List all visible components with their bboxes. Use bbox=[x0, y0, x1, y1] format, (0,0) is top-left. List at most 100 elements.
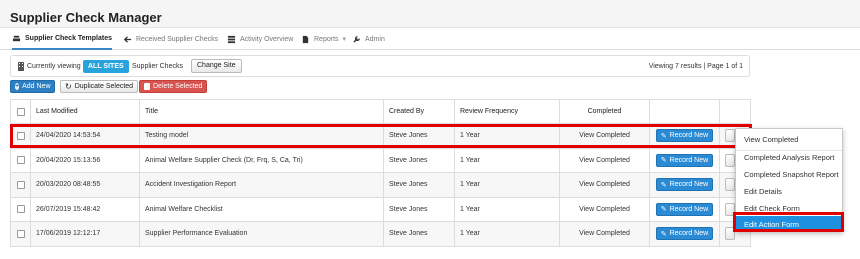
document-icon bbox=[302, 35, 309, 43]
duplicate-selected-button[interactable]: ↻ Duplicate Selected bbox=[60, 80, 139, 93]
frequency-cell: 1 Year bbox=[454, 172, 560, 198]
delete-selected-button[interactable]: Delete Selected bbox=[139, 80, 208, 93]
created-by-cell: Steve Jones bbox=[383, 221, 455, 247]
menu-item-completed-analysis-report[interactable]: Completed Analysis Report bbox=[736, 149, 842, 166]
tab-label: Supplier Check Templates bbox=[25, 34, 113, 42]
site-filter-bar: Currently viewing ALL SITES Supplier Che… bbox=[10, 55, 750, 77]
view-completed-link[interactable]: View Completed bbox=[559, 196, 650, 222]
last-modified-cell: 20/03/2020 08:48:55 bbox=[30, 172, 140, 198]
title-cell: Accident Investigation Report bbox=[139, 172, 384, 198]
frequency-cell: 1 Year bbox=[454, 147, 560, 173]
select-all-checkbox[interactable] bbox=[16, 107, 25, 116]
last-modified-cell: 20/04/2020 15:13:56 bbox=[30, 147, 140, 173]
table-header-row: Last Modified Title Created By Review Fr… bbox=[10, 99, 751, 124]
chevron-down-icon: ▾ bbox=[342, 36, 347, 43]
tab-label: Admin bbox=[365, 35, 385, 43]
record-new-label: Record New bbox=[669, 205, 709, 213]
add-new-label: Add New bbox=[22, 83, 51, 90]
menu-item-completed-snapshot-report[interactable]: Completed Snapshot Report bbox=[736, 166, 842, 183]
select-all-cell bbox=[10, 99, 31, 124]
row-checkbox[interactable] bbox=[16, 205, 25, 214]
created-by-cell: Steve Jones bbox=[383, 172, 455, 198]
table-row: 17/06/2019 12:12:17 Supplier Performance… bbox=[10, 221, 751, 247]
edit-icon: ✎ bbox=[660, 181, 667, 189]
table-row: 20/03/2020 08:48:55 Accident Investigati… bbox=[10, 172, 751, 198]
record-new-button[interactable]: ✎ Record New bbox=[655, 202, 714, 216]
tab-supplier-check-templates[interactable]: Supplier Check Templates bbox=[12, 28, 113, 50]
record-new-label: Record New bbox=[669, 156, 709, 164]
menu-item-edit-details[interactable]: Edit Details bbox=[736, 183, 842, 200]
record-new-label: Record New bbox=[669, 181, 709, 189]
title-cell: Supplier Performance Evaluation bbox=[139, 221, 384, 247]
view-completed-link[interactable]: View Completed bbox=[559, 172, 650, 198]
tab-admin[interactable]: Admin bbox=[352, 28, 385, 50]
results-count: Viewing 7 results | Page 1 of 1 bbox=[648, 63, 743, 70]
view-completed-link[interactable]: View Completed bbox=[559, 147, 650, 173]
add-new-button[interactable]: + Add New bbox=[10, 80, 55, 93]
last-modified-cell: 26/07/2019 15:48:42 bbox=[30, 196, 140, 222]
col-options bbox=[719, 99, 751, 124]
trash-icon bbox=[144, 83, 150, 90]
change-site-button[interactable]: Change Site bbox=[191, 59, 242, 73]
row-checkbox-cell bbox=[10, 196, 31, 222]
tab-label: Reports bbox=[314, 35, 339, 43]
record-new-button[interactable]: ✎ Record New bbox=[655, 178, 714, 192]
arrow-left-icon bbox=[123, 35, 132, 43]
title-cell: Animal Welfare Checklist bbox=[139, 196, 384, 222]
table-row: 20/04/2020 15:13:56 Animal Welfare Suppl… bbox=[10, 147, 751, 173]
tab-received-supplier-checks[interactable]: Received Supplier Checks bbox=[123, 28, 218, 50]
tab-label: Received Supplier Checks bbox=[136, 35, 219, 43]
row-checkbox-cell bbox=[10, 221, 31, 247]
site-suffix-label: Supplier Checks bbox=[132, 63, 183, 70]
record-cell: ✎ Record New bbox=[649, 196, 720, 222]
frequency-cell: 1 Year bbox=[454, 221, 560, 247]
page-title: Supplier Check Manager bbox=[10, 10, 162, 25]
last-modified-cell: 17/06/2019 12:12:17 bbox=[30, 221, 140, 247]
frequency-cell: 1 Year bbox=[454, 196, 560, 222]
options-dropdown-button[interactable] bbox=[725, 153, 735, 167]
col-title[interactable]: Title bbox=[139, 99, 384, 124]
edit-icon: ✎ bbox=[660, 230, 667, 238]
refresh-icon: ↻ bbox=[65, 82, 72, 91]
wrench-icon bbox=[353, 35, 360, 43]
site-badge: ALL SITES bbox=[83, 60, 129, 73]
edit-icon: ✎ bbox=[660, 206, 667, 214]
row-checkbox-cell bbox=[10, 147, 31, 173]
duplicate-label: Duplicate Selected bbox=[74, 83, 134, 90]
col-review-frequency[interactable]: Review Frequency bbox=[454, 99, 560, 124]
view-completed-link[interactable]: View Completed bbox=[559, 221, 650, 247]
title-bar: Supplier Check Manager bbox=[0, 0, 860, 28]
record-cell: ✎ Record New bbox=[649, 172, 720, 198]
row-checkbox[interactable] bbox=[16, 229, 25, 238]
delete-label: Delete Selected bbox=[153, 83, 203, 90]
col-created-by[interactable]: Created By bbox=[383, 99, 455, 124]
tab-label: Activity Overview bbox=[240, 35, 294, 43]
col-last-modified[interactable]: Last Modified bbox=[30, 99, 140, 124]
record-new-label: Record New bbox=[669, 230, 709, 238]
edit-icon: ✎ bbox=[660, 157, 667, 165]
tab-reports[interactable]: Reports ▾ bbox=[301, 28, 346, 50]
record-new-button[interactable]: ✎ Record New bbox=[655, 153, 714, 167]
col-completed[interactable]: Completed bbox=[559, 99, 650, 124]
options-dropdown-button[interactable] bbox=[725, 178, 735, 192]
currently-viewing-label: Currently viewing bbox=[27, 63, 81, 70]
row-checkbox[interactable] bbox=[16, 156, 25, 165]
templates-table: Last Modified Title Created By Review Fr… bbox=[10, 99, 751, 247]
col-record bbox=[649, 99, 720, 124]
row-checkbox-cell bbox=[10, 172, 31, 198]
menu-highlight-annotation bbox=[733, 212, 844, 232]
main-nav: Supplier Check Templates Received Suppli… bbox=[0, 28, 860, 50]
record-new-button[interactable]: ✎ Record New bbox=[655, 227, 714, 241]
plus-circle-icon: + bbox=[15, 83, 20, 90]
menu-item-view-completed[interactable]: View Completed bbox=[736, 131, 842, 148]
record-cell: ✎ Record New bbox=[649, 221, 720, 247]
row-highlight-annotation bbox=[10, 124, 752, 148]
created-by-cell: Steve Jones bbox=[383, 196, 455, 222]
record-cell: ✎ Record New bbox=[649, 147, 720, 173]
stack-icon bbox=[12, 35, 21, 41]
row-checkbox[interactable] bbox=[16, 180, 25, 189]
building-icon bbox=[18, 62, 24, 71]
table-row: 26/07/2019 15:48:42 Animal Welfare Check… bbox=[10, 196, 751, 222]
tab-activity-overview[interactable]: Activity Overview bbox=[227, 28, 293, 50]
list-icon bbox=[227, 35, 236, 43]
